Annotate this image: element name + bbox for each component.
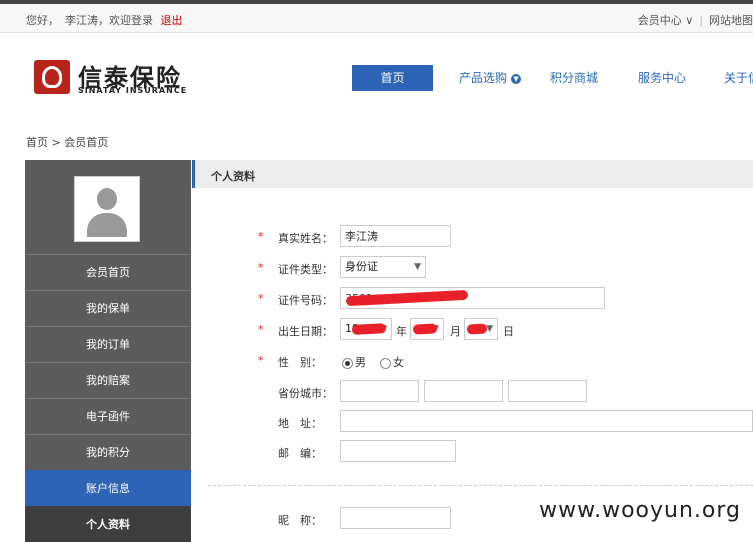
radio-unchecked-icon[interactable] (380, 357, 391, 369)
sidebar-item-my-points[interactable]: 我的积分 (25, 434, 191, 470)
chevron-down-icon: ∨ (681, 14, 694, 27)
required-mark: * (258, 292, 264, 305)
chevron-down-icon: ▼ (414, 262, 421, 272)
sitemap-link[interactable]: 网站地图 (709, 14, 753, 27)
form-row-address: 地 址： (258, 410, 753, 434)
chevron-down-icon: ▼ (486, 324, 493, 334)
province-input[interactable] (340, 380, 419, 402)
welcome-text: ，欢迎登录 (98, 14, 153, 27)
real-name-input[interactable] (340, 225, 451, 247)
nav-products[interactable]: 产品选购 ▼ (459, 65, 522, 91)
month-unit: 月 (450, 325, 461, 338)
avatar-head-icon (97, 188, 117, 210)
address-input[interactable] (340, 410, 753, 432)
redaction-mark (351, 323, 387, 335)
chevron-down-icon: ▼ (511, 73, 522, 84)
sidebar-item-e-letters[interactable]: 电子函件 (25, 398, 191, 434)
logout-link[interactable]: 退出 (161, 14, 183, 27)
required-mark: * (258, 230, 264, 243)
redaction-mark (466, 323, 488, 335)
birth-date-label: 出生日期： (278, 325, 333, 338)
district-input[interactable] (508, 380, 587, 402)
required-mark: * (258, 261, 264, 274)
sidebar-menu: 会员首页 我的保单 我的订单 我的赔案 电子函件 我的积分 账户信息 个人资料 (25, 254, 191, 542)
sidebar-item-personal-profile[interactable]: 个人资料 (25, 506, 191, 542)
sidebar-item-my-orders[interactable]: 我的订单 (25, 326, 191, 362)
username: 李江涛 (65, 14, 98, 27)
nav-service-center[interactable]: 服务中心 (638, 65, 686, 91)
form-row-zip: 邮 编： (258, 440, 753, 464)
watermark: www.wooyun.org (539, 498, 741, 523)
required-mark: * (258, 323, 264, 336)
redaction-mark (412, 323, 438, 335)
member-center-link[interactable]: 会员中心 ∨ (638, 14, 694, 27)
sidebar-item-my-claims[interactable]: 我的赔案 (25, 362, 191, 398)
greeting: 您好， 李江涛，欢迎登录 退出 (26, 12, 183, 28)
sidebar-item-account-info[interactable]: 账户信息 (25, 470, 191, 506)
nickname-label: 昵 称： (278, 514, 322, 527)
city-input[interactable] (424, 380, 503, 402)
id-type-value: 身份证 (345, 260, 378, 273)
province-city-label: 省份城市： (278, 387, 333, 400)
id-number-label: 证件号码： (278, 294, 333, 307)
gender-female-option[interactable]: 女 (380, 354, 404, 370)
breadcrumb: 首页 > 会员首页 (26, 136, 109, 149)
top-bar: 您好， 李江涛，欢迎登录 退出 会员中心 ∨ | 网站地图 (0, 0, 753, 33)
year-unit: 年 (396, 325, 407, 338)
form-row-gender: * 性 别： 男 女 (258, 349, 753, 373)
zip-input[interactable] (340, 440, 456, 462)
form-row-id-number: * 证件号码： (258, 287, 753, 311)
form-row-birth-date: * 出生日期： 19 ▼ 年 ▼ 月 ▼ 日 (258, 318, 753, 342)
id-type-select[interactable]: 身份证 ▼ (340, 256, 426, 278)
avatar[interactable] (74, 176, 140, 242)
nickname-input[interactable] (340, 507, 451, 529)
sidebar-item-member-home[interactable]: 会员首页 (25, 254, 191, 290)
avatar-body-icon (87, 213, 127, 237)
required-mark: * (258, 354, 264, 367)
id-type-label: 证件类型： (278, 263, 333, 276)
zip-label: 邮 编： (278, 447, 322, 460)
day-unit: 日 (503, 325, 514, 338)
form-row-id-type: * 证件类型： 身份证 ▼ (258, 256, 753, 280)
gender-male-option[interactable]: 男 (342, 354, 366, 370)
real-name-label: 真实姓名： (278, 232, 333, 245)
section-divider (208, 485, 753, 486)
logo-mark-icon (34, 60, 70, 94)
nav-home[interactable]: 首页 (352, 65, 433, 91)
brand-logo[interactable]: 信泰保险 SINATAY INSURANCE (34, 58, 194, 98)
form-row-real-name: * 真实姓名： (258, 225, 753, 249)
greeting-text: 您好， (26, 14, 59, 27)
panel-header: 个人资料 (192, 160, 753, 188)
radio-checked-icon[interactable] (342, 357, 353, 369)
nav-about[interactable]: 关于信 (724, 65, 753, 91)
address-label: 地 址： (278, 417, 322, 430)
form-row-province-city: 省份城市： (258, 380, 753, 404)
sidebar-item-my-policies[interactable]: 我的保单 (25, 290, 191, 326)
nav-points-mall[interactable]: 积分商城 (550, 65, 598, 91)
logo-text-en: SINATAY INSURANCE (78, 86, 188, 95)
divider: | (699, 14, 703, 27)
gender-label: 性 别： (278, 356, 322, 369)
top-links: 会员中心 ∨ | 网站地图 (638, 12, 753, 28)
sidebar: 会员首页 我的保单 我的订单 我的赔案 电子函件 我的积分 账户信息 个人资料 (25, 160, 191, 542)
panel-title: 个人资料 (211, 170, 255, 183)
